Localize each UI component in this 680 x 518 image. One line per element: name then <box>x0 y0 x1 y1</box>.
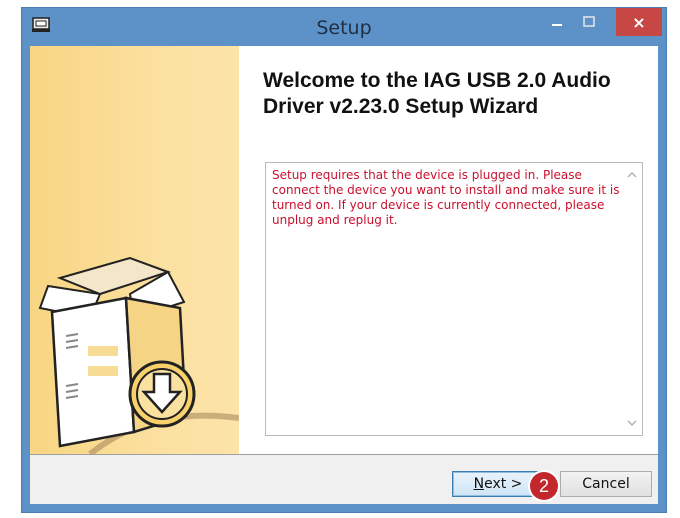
page-title: Welcome to the IAG USB 2.0 Audio Driver … <box>263 69 611 118</box>
scroll-up-icon[interactable] <box>626 169 638 181</box>
wizard-content: Welcome to the IAG USB 2.0 Audio Driver … <box>239 46 658 454</box>
titlebar[interactable]: Setup × <box>22 8 666 46</box>
footer-divider <box>30 454 658 455</box>
minimize-icon <box>552 24 562 26</box>
info-message: Setup requires that the device is plugge… <box>272 168 620 227</box>
maximize-icon <box>583 16 595 27</box>
wizard-body: Welcome to the IAG USB 2.0 Audio Driver … <box>30 46 658 504</box>
package-download-icon <box>38 256 239 454</box>
close-button[interactable]: × <box>616 8 662 36</box>
maximize-button[interactable] <box>574 8 604 36</box>
next-accelerator: N <box>473 476 485 492</box>
minimize-button[interactable] <box>542 8 572 36</box>
next-label: ext > <box>484 476 523 492</box>
scroll-down-icon[interactable] <box>626 417 638 429</box>
info-textbox[interactable]: Setup requires that the device is plugge… <box>265 162 643 436</box>
close-icon: × <box>632 12 646 32</box>
wizard-sidebar <box>30 46 239 454</box>
cancel-button[interactable]: Cancel <box>560 471 652 497</box>
step-callout-badge: 2 <box>530 472 558 500</box>
setup-window: Setup × Welcome to the IAG USB 2.0 Audio… <box>22 8 666 512</box>
